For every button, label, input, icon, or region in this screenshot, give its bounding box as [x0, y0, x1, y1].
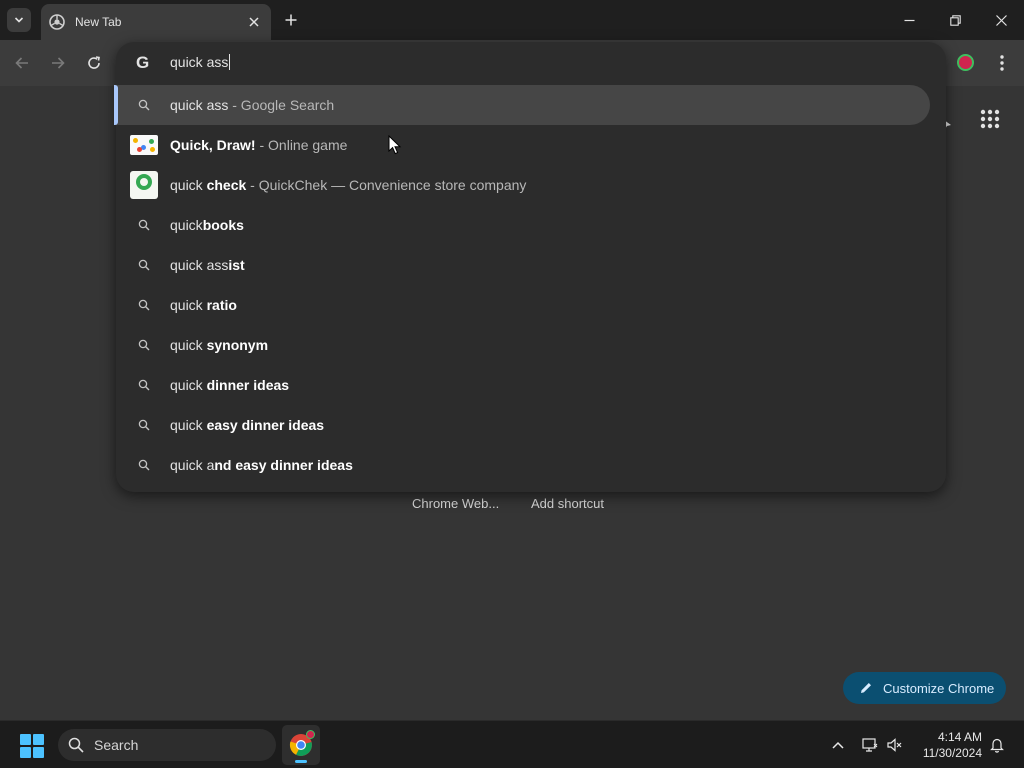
search-icon	[130, 251, 158, 279]
taskbar-clock[interactable]: 4:14 AM 11/30/2024	[912, 729, 982, 761]
close-icon	[995, 14, 1007, 26]
text-caret	[229, 54, 231, 70]
suggestion-item[interactable]: quick assist	[116, 245, 946, 285]
restore-icon	[949, 14, 961, 26]
customize-chrome-label: Customize Chrome	[883, 680, 995, 696]
close-window-button[interactable]	[989, 8, 1013, 32]
suggestion-item[interactable]: quick synonym	[116, 325, 946, 365]
suggestion-item[interactable]: quick check - QuickChek — Convenience st…	[116, 165, 946, 205]
tab-new-tab[interactable]: New Tab	[41, 4, 271, 40]
suggestion-text: Quick, Draw! - Online game	[170, 137, 348, 153]
suggestion-item[interactable]: quick and easy dinner ideas	[116, 445, 946, 485]
suggestion-text: quick easy dinner ideas	[170, 417, 325, 433]
notifications-button[interactable]	[987, 735, 1007, 755]
search-icon	[130, 411, 158, 439]
network-button[interactable]	[860, 735, 880, 755]
suggestion-text: quickbooks	[170, 217, 244, 233]
clock-time: 4:14 AM	[937, 730, 982, 744]
bell-icon	[990, 738, 1004, 753]
pencil-icon	[861, 683, 871, 693]
suggestion-text: quick dinner ideas	[170, 377, 290, 393]
quick-draw-thumbnail	[130, 131, 158, 159]
taskbar-search-box[interactable]: Search	[58, 729, 276, 761]
suggestion-item[interactable]: quick dinner ideas	[116, 365, 946, 405]
taskbar-search-label: Search	[94, 737, 139, 753]
windows-logo-icon	[20, 734, 31, 745]
chrome-menu-button[interactable]	[992, 53, 1012, 73]
google-g-icon: G	[136, 53, 150, 72]
omnibox-dropdown: G quick ass quick ass - Google Search Qu…	[114, 42, 946, 492]
title-bar: New Tab	[0, 0, 1024, 40]
windows-start-button[interactable]	[20, 734, 44, 758]
plus-icon	[285, 14, 297, 26]
suggestion-text: quick ratio	[170, 297, 237, 313]
arrow-right-icon	[52, 57, 65, 69]
suggestion-item[interactable]: quickbooks	[116, 205, 946, 245]
active-app-indicator	[295, 760, 307, 763]
shortcut-add-shortcut[interactable]: Add shortcut	[531, 496, 604, 511]
arrow-left-icon	[15, 57, 28, 69]
omnibox-input[interactable]: quick ass	[170, 54, 670, 72]
suggestion-item[interactable]: quick ass - Google Search	[114, 85, 930, 125]
search-icon	[130, 291, 158, 319]
show-hidden-icons-button[interactable]	[828, 735, 848, 755]
taskbar-chrome-app[interactable]	[282, 725, 320, 765]
search-icon	[130, 451, 158, 479]
chevron-down-icon	[14, 17, 24, 23]
suggestion-text: quick assist	[170, 257, 245, 273]
tab-search-button[interactable]	[7, 8, 31, 32]
suggestion-item[interactable]: quick easy dinner ideas	[116, 405, 946, 445]
search-icon	[130, 91, 158, 119]
restore-button[interactable]	[943, 8, 967, 32]
chevron-up-icon	[832, 741, 844, 749]
volume-muted-icon	[887, 738, 902, 752]
network-icon	[862, 738, 878, 752]
forward-button[interactable]	[47, 52, 69, 74]
clock-date: 11/30/2024	[922, 746, 982, 760]
back-button[interactable]	[11, 52, 33, 74]
chrome-icon	[49, 14, 65, 30]
google-apps-button[interactable]	[978, 107, 1002, 131]
reload-button[interactable]	[83, 52, 105, 74]
reload-icon	[88, 56, 100, 69]
search-icon	[130, 331, 158, 359]
shortcut-chrome-web-store[interactable]: Chrome Web...	[412, 496, 499, 511]
search-icon	[68, 737, 84, 753]
minimize-icon	[904, 19, 914, 21]
quickchek-logo	[130, 171, 158, 199]
omnibox-input-row[interactable]: G quick ass	[116, 42, 946, 84]
search-icon	[130, 371, 158, 399]
suggestion-text: quick ass - Google Search	[170, 97, 335, 113]
search-icon	[130, 211, 158, 239]
windows-taskbar: Search 4:14 AM 11/30/2024	[0, 720, 1024, 768]
close-icon	[249, 17, 259, 27]
suggestion-text: quick check - QuickChek — Convenience st…	[170, 177, 527, 193]
new-tab-button[interactable]	[281, 10, 301, 30]
suggestion-item[interactable]: quick ratio	[116, 285, 946, 325]
suggestion-item[interactable]: Quick, Draw! - Online game	[116, 125, 946, 165]
tab-title: New Tab	[75, 15, 122, 29]
more-vertical-icon	[1000, 55, 1004, 71]
suggestion-text: quick and easy dinner ideas	[170, 457, 353, 473]
suggestion-text: quick synonym	[170, 337, 269, 353]
profile-avatar[interactable]	[957, 54, 974, 71]
apps-grid-icon	[980, 109, 1000, 129]
tab-close-button[interactable]	[245, 13, 263, 31]
chrome-badge	[306, 730, 315, 739]
customize-chrome-button[interactable]: Customize Chrome	[843, 672, 1006, 704]
omnibox-query: quick ass	[170, 54, 229, 70]
volume-button[interactable]	[885, 735, 905, 755]
mouse-cursor-icon	[388, 134, 402, 155]
minimize-button[interactable]	[897, 8, 921, 32]
